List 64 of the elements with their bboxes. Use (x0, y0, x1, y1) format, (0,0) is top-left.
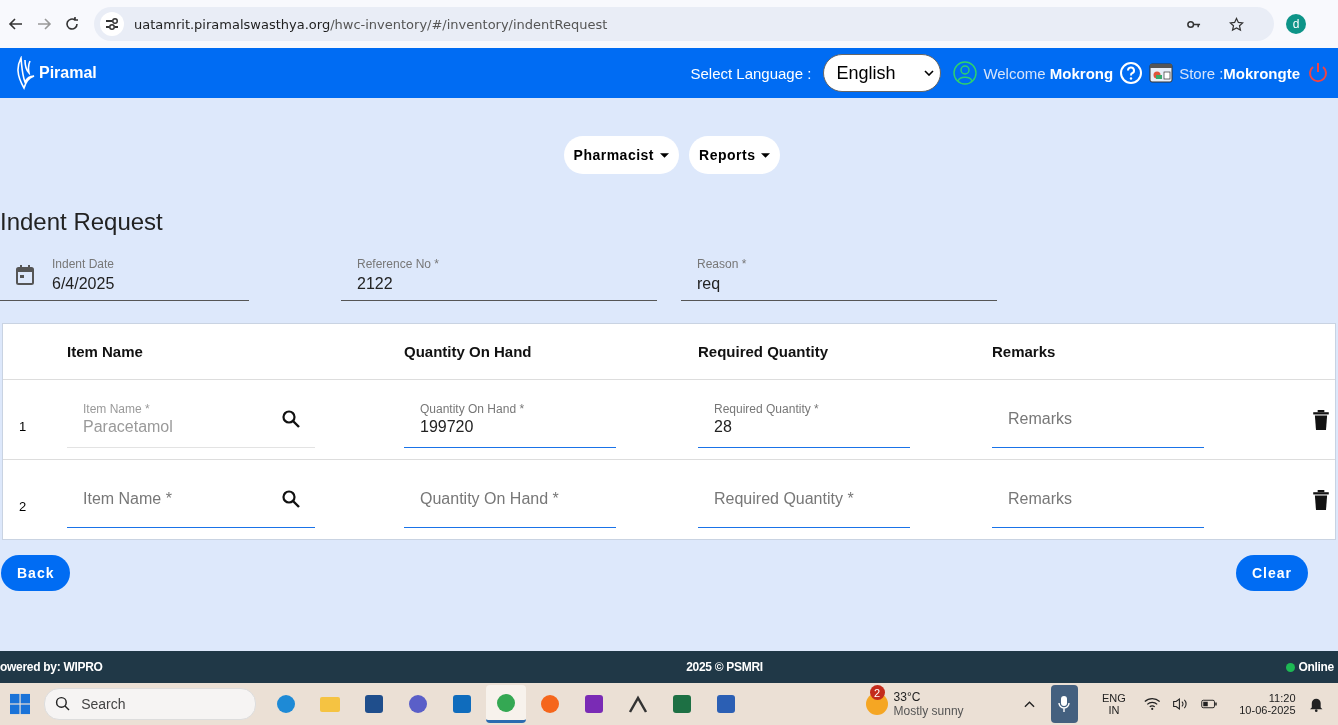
status-dot-icon (1286, 662, 1296, 672)
column-header: Quantity On Hand (404, 343, 533, 360)
page-title: Indent Request (0, 208, 164, 236)
welcome-text: Welcome Mokrong (983, 64, 1114, 82)
language-code-text[interactable]: ENG (1102, 692, 1126, 704)
column-header: Required Quantity (698, 343, 829, 360)
caret-icon (761, 152, 771, 158)
taskbar-search-field[interactable]: Search (44, 688, 256, 720)
calendar-icon[interactable] (16, 265, 34, 285)
column-header: Remarks (992, 343, 1057, 360)
flame-logo-icon (15, 56, 35, 90)
search-icon[interactable] (281, 489, 301, 509)
input-field[interactable]: Item Name * (67, 471, 315, 528)
action-button[interactable]: Back (1, 555, 71, 591)
row-number: 2 (18, 498, 28, 514)
microphone-button[interactable] (1050, 685, 1078, 723)
form-field[interactable]: Reason * req (681, 250, 997, 301)
brand-name: Piramal (39, 64, 97, 82)
form-field[interactable]: Indent Date 6/4/2025 (0, 250, 249, 301)
temperature-text: 33°C (893, 690, 922, 704)
profile-avatar[interactable]: d (1286, 14, 1306, 34)
language-label: Select Language : (690, 64, 812, 82)
menu-dropdown-button[interactable]: Reports (689, 136, 781, 174)
search-icon (55, 696, 72, 712)
reload-icon[interactable] (64, 16, 80, 32)
help-icon[interactable] (1119, 61, 1144, 85)
input-field[interactable]: Required Quantity * 28 (698, 391, 910, 448)
input-field[interactable]: Required Quantity * (698, 471, 910, 528)
site-settings-icon[interactable] (100, 12, 124, 36)
row-number: 1 (18, 418, 28, 434)
language-select[interactable]: English (823, 54, 942, 92)
menu-dropdown-button[interactable]: Pharmacist (563, 136, 680, 174)
copyright-text: 2025 © PSMRI (686, 660, 763, 674)
taskbar-app-icon[interactable] (485, 685, 526, 723)
chevron-up-icon[interactable] (1023, 700, 1035, 708)
microphone-icon (1058, 695, 1071, 713)
column-header: Item Name (67, 343, 144, 360)
url-text: uatamrit.piramalswasthya.org/hwc-inventory/#/inventory/indentRequest (134, 16, 609, 32)
store-text: Store :Mokrongte (1179, 64, 1300, 82)
delete-icon[interactable] (1312, 489, 1329, 510)
region-code-text[interactable]: IN (1108, 704, 1120, 716)
clock-time[interactable]: 11:20 (1268, 692, 1296, 704)
caret-icon (924, 70, 935, 76)
start-icon[interactable] (10, 693, 31, 715)
store-icon (1149, 61, 1174, 85)
user-icon (953, 61, 978, 85)
clock-date[interactable]: 10-06-2025 (1239, 704, 1296, 716)
status-text: Online (1298, 660, 1334, 674)
action-button[interactable]: Clear (1235, 555, 1308, 591)
forward-icon[interactable] (36, 16, 52, 32)
star-icon[interactable] (1229, 16, 1244, 32)
input-field[interactable]: Remarks (992, 471, 1204, 528)
form-field[interactable]: Reference No * 2122 (341, 250, 657, 301)
powered-by-text: owered by: WIPRO (0, 660, 103, 674)
address-bar[interactable]: uatamrit.piramalswasthya.org/hwc-inventory/#/inventory/indentRequest (94, 7, 1274, 41)
back-icon[interactable] (8, 16, 24, 32)
volume-icon[interactable] (1172, 696, 1189, 712)
input-field[interactable]: Quantity On Hand * 199720 (404, 391, 616, 448)
delete-icon[interactable] (1312, 409, 1329, 430)
input-field[interactable]: Quantity On Hand * (404, 471, 616, 528)
caret-icon (660, 152, 670, 158)
input-field[interactable]: Remarks (992, 391, 1204, 448)
weather-text: Mostly sunny (893, 704, 964, 718)
wifi-icon[interactable] (1143, 696, 1161, 712)
